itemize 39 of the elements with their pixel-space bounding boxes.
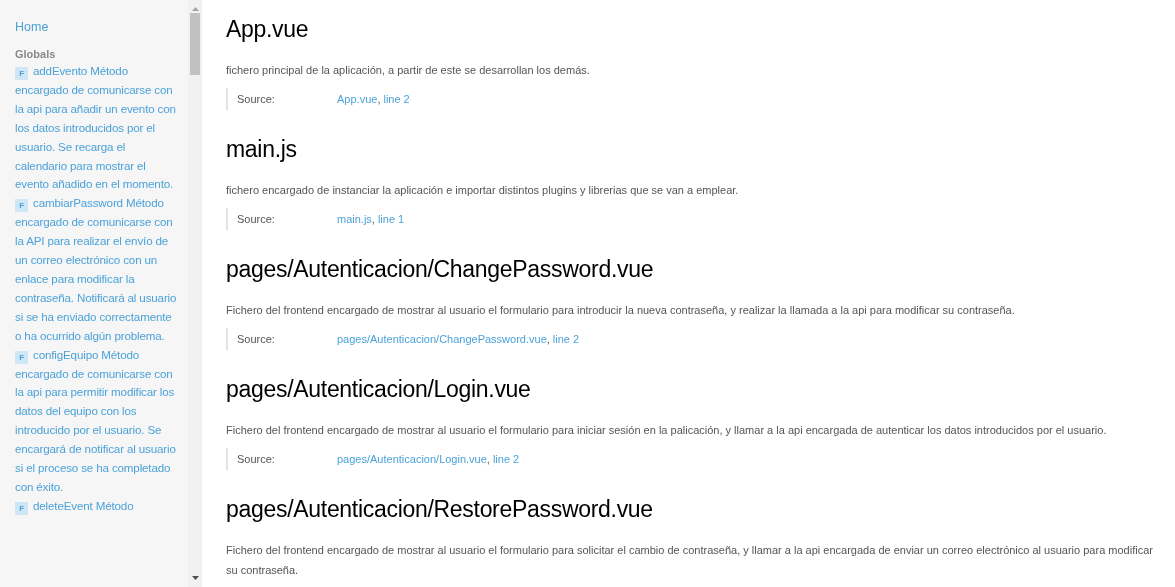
source-label: Source: <box>237 332 276 347</box>
scroll-down-icon[interactable] <box>191 576 199 581</box>
function-badge: F <box>15 67 28 80</box>
function-link[interactable]: F deleteEvent Método <box>15 496 180 516</box>
description-text: fichero principal de la aplicación, a partir de este se desarrollan los demás. <box>226 63 591 78</box>
section-heading: pages/Autenticacion/Login.vue <box>226 375 531 404</box>
description-text: Fichero del frontend encargado de mostrar al usuario el formulario para introducir la nueva contraseña, y realizar la llamada a la api para modificar su contraseña. <box>226 303 1016 318</box>
section-heading: App.vue <box>226 15 309 44</box>
source-line-link[interactable]: line 2 <box>383 91 410 107</box>
scroll-up-icon[interactable] <box>191 6 199 11</box>
function-badge: F <box>15 199 28 213</box>
section-heading: pages/Autenticacion/RestorePassword.vue <box>226 495 653 524</box>
source-line-link[interactable]: line 2 <box>492 451 520 467</box>
comma-separator: , <box>377 92 381 107</box>
section-heading: main.js <box>226 135 297 164</box>
function-badge: F <box>15 501 28 515</box>
home-link[interactable]: Home <box>15 18 180 36</box>
section-title: Globals <box>15 47 57 62</box>
source-label: Source: <box>237 212 276 227</box>
function-link[interactable]: F configEquipo Método encargado de comunicarse con la api para permitir modificar los datos del equipo con los introducido por el usuario. Se encargará de notificar al usuario si el proceso se ha completado con éxito. <box>15 345 180 497</box>
source-line-link[interactable]: line 2 <box>552 331 580 347</box>
section-heading: pages/Autenticacion/ChangePassword.vue <box>226 255 654 284</box>
source-label: Source: <box>237 452 276 467</box>
scrollbar-thumb[interactable] <box>190 13 200 75</box>
comma-separator: , <box>486 452 490 467</box>
comma-separator: , <box>546 332 550 347</box>
source-label: Source: <box>237 92 276 107</box>
source-line-link[interactable]: line 1 <box>377 211 405 227</box>
function-badge: F <box>15 350 28 364</box>
source-file-link[interactable]: main.js <box>337 211 372 227</box>
function-link[interactable]: F cambiarPassword Método encargado de comunicarse con la API para realizar el envío de un correo electrónico con un enlace para modificar la contraseña. Notificará al usuario si se ha enviado correctamente o ha ocurrido algún problema. <box>15 194 180 346</box>
description-text: Fichero del frontend encargado de mostrar al usuario el formulario para solicitar el cambio de contraseña, y llamar a la api encargada de enviar un correo electrónico al usuario para modificar su contraseña. <box>226 543 1154 578</box>
source-file-link[interactable]: pages/Autenticacion/Login.vue <box>337 451 487 467</box>
comma-separator: , <box>371 212 375 227</box>
source-file-link[interactable]: pages/Autenticacion/ChangePassword.vue <box>337 331 547 347</box>
function-link[interactable]: F addEvento Método encargado de comunicarse con la api para añadir un evento con los datos introducidos por el usuario. Se recarga el calendario para mostrar el evento añadido en el momento. <box>15 62 180 195</box>
description-text: fichero encargado de instanciar la aplicación e importar distintos plugins y librerias que se van a emplear. <box>226 183 740 198</box>
description-text: Fichero del frontend encargado de mostrar al usuario el formulario para iniciar sesión en la palicación, y llamar a la api encargada de autenticar los datos introducidos por el usuario. <box>226 423 1108 438</box>
scrollbar[interactable] <box>188 0 202 587</box>
